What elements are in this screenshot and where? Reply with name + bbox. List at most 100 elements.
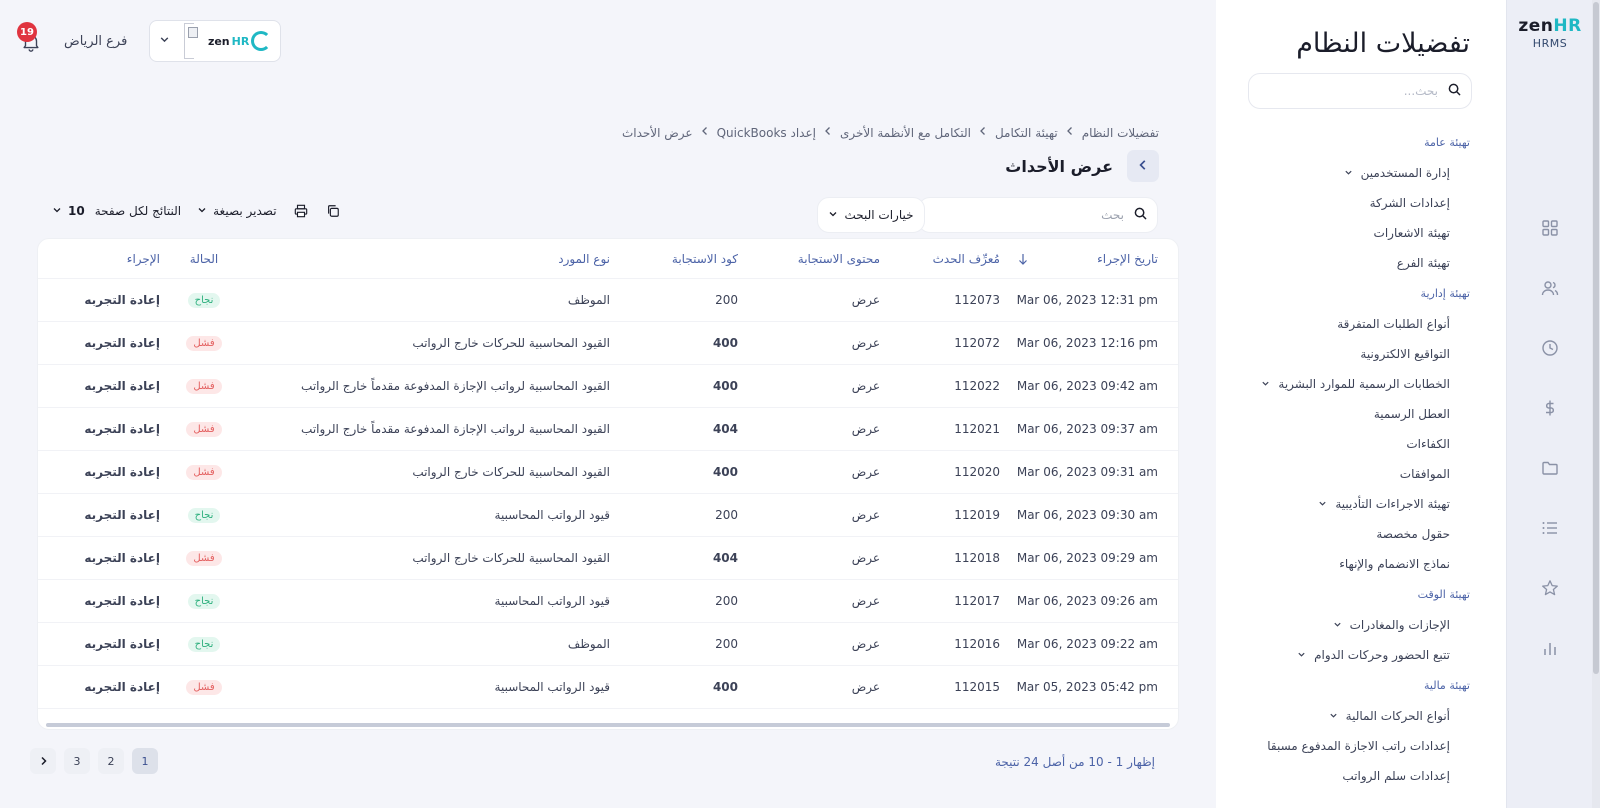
icon-rail: zenHR HRMS bbox=[1506, 0, 1600, 808]
chevron-down-icon bbox=[1261, 377, 1270, 391]
cell-status: نجاح bbox=[174, 623, 234, 665]
clock-icon[interactable] bbox=[1538, 336, 1562, 360]
chevron-left-icon bbox=[979, 125, 987, 140]
breadcrumb-item[interactable]: تهيئة التكامل bbox=[995, 126, 1058, 140]
events-table: تاريخ الإجراء مُعرِّف الحدث محتوى الاستج… bbox=[37, 238, 1179, 730]
view-response-link[interactable]: عرض bbox=[852, 494, 880, 536]
export-select[interactable]: تصدير بصيغة bbox=[197, 204, 277, 218]
status-badge: نجاح bbox=[187, 507, 221, 523]
table-tools: 10 النتائج لكل صفحة تصدير بصيغة bbox=[52, 203, 341, 219]
cell-response-code: 200 bbox=[715, 293, 738, 307]
branch-name[interactable]: فرع الرياض bbox=[64, 34, 127, 49]
view-response-link[interactable]: عرض bbox=[852, 580, 880, 622]
settings-nav-item[interactable]: العطل الرسمية bbox=[1374, 407, 1450, 421]
page-button[interactable]: 2 bbox=[98, 748, 124, 774]
events-search-input[interactable] bbox=[934, 208, 1124, 222]
settings-nav-item[interactable]: أنواع الحركات المالية bbox=[1329, 709, 1450, 723]
cell-status: فشل bbox=[174, 666, 234, 708]
view-response-link[interactable]: عرض bbox=[852, 365, 880, 407]
view-response-link[interactable]: عرض bbox=[852, 408, 880, 450]
view-response-link[interactable]: عرض bbox=[852, 451, 880, 493]
events-search[interactable] bbox=[918, 197, 1158, 233]
cell-event-id: 112016 bbox=[954, 637, 1000, 651]
breadcrumb-item[interactable]: إعداد QuickBooks bbox=[717, 126, 816, 140]
view-response-link[interactable]: عرض bbox=[852, 537, 880, 579]
page-header: عرض الأحداث bbox=[1005, 150, 1159, 182]
branch-switcher[interactable]: zen HR bbox=[149, 20, 282, 62]
cell-vendor-type: القيود المحاسبية للحركات خارج الرواتب bbox=[412, 551, 610, 565]
settings-search[interactable] bbox=[1248, 73, 1472, 109]
users-icon[interactable] bbox=[1538, 276, 1562, 300]
cell-event-id: 112022 bbox=[954, 379, 1000, 393]
settings-search-input[interactable] bbox=[1268, 84, 1438, 98]
table-row: Mar 06, 2023 09:31 am 112020 عرض 400 القيود … bbox=[38, 451, 1178, 494]
table-row: Mar 06, 2023 09:42 am 112022 عرض 400 القيود … bbox=[38, 365, 1178, 408]
settings-nav-item[interactable]: إعدادات الشركة bbox=[1370, 196, 1450, 210]
cell-vendor-type: قيود الرواتب المحاسبية bbox=[494, 594, 610, 608]
app-logo[interactable]: zenHR HRMS bbox=[1507, 16, 1593, 50]
cell-response-code: 400 bbox=[712, 680, 738, 694]
company-logo: zen HR bbox=[208, 31, 272, 51]
breadcrumb-item[interactable]: تفضيلات النظام bbox=[1082, 126, 1159, 140]
settings-nav-item[interactable]: تهيئة الاشعارات bbox=[1374, 226, 1450, 240]
retry-button[interactable]: إعادة التجربه bbox=[84, 623, 160, 665]
settings-nav-item[interactable]: إعدادات سلم الرواتب bbox=[1342, 769, 1450, 783]
search-options-button[interactable]: خيارات البحث bbox=[817, 197, 925, 233]
settings-nav-item[interactable]: التواقيع الالكترونية bbox=[1360, 347, 1450, 361]
settings-nav-item[interactable]: الخطابات الرسمية للموارد البشرية bbox=[1261, 377, 1450, 391]
settings-nav-item[interactable]: الموافقات bbox=[1400, 467, 1450, 481]
breadcrumb: تفضيلات النظام تهيئة التكامل التكامل مع ال… bbox=[622, 125, 1159, 140]
table-horizontal-scrollbar[interactable] bbox=[46, 723, 1170, 727]
settings-nav-item[interactable]: إدارة المستخدمين bbox=[1344, 166, 1450, 180]
view-response-link[interactable]: عرض bbox=[852, 279, 880, 321]
view-response-link[interactable]: عرض bbox=[852, 666, 880, 708]
settings-nav-item[interactable]: أنواع الطلبات المتفرقة bbox=[1337, 317, 1450, 331]
breadcrumb-item[interactable]: التكامل مع الأنظمة الأخرى bbox=[840, 126, 971, 140]
page-button[interactable]: 3 bbox=[64, 748, 90, 774]
settings-nav-item[interactable]: تهيئة الفرع bbox=[1397, 256, 1450, 270]
retry-button[interactable]: إعادة التجربه bbox=[84, 322, 160, 364]
next-page-button[interactable] bbox=[30, 748, 56, 774]
print-icon[interactable] bbox=[293, 203, 309, 219]
retry-button[interactable]: إعادة التجربه bbox=[84, 408, 160, 450]
copy-icon[interactable] bbox=[325, 203, 341, 219]
settings-nav-item[interactable]: حقول مخصصة bbox=[1376, 527, 1450, 541]
settings-nav-item[interactable]: الكفاءات bbox=[1406, 437, 1450, 451]
col-action: الإجراء bbox=[126, 251, 160, 266]
settings-nav-item[interactable]: تهيئة الاجراءات التأديبية bbox=[1318, 497, 1450, 511]
star-icon[interactable] bbox=[1538, 576, 1562, 600]
dollar-icon[interactable] bbox=[1538, 396, 1562, 420]
settings-nav-item[interactable]: نماذج الانضمام والإنهاء bbox=[1339, 557, 1450, 571]
notifications-button[interactable]: 19 bbox=[16, 22, 42, 54]
settings-nav-item[interactable]: تتبع الحضور وحركات الدوام bbox=[1297, 648, 1450, 662]
cell-status: فشل bbox=[174, 365, 234, 407]
retry-button[interactable]: إعادة التجربه bbox=[84, 494, 160, 536]
bar-chart-icon[interactable] bbox=[1538, 636, 1562, 660]
back-button[interactable] bbox=[1127, 150, 1159, 182]
retry-button[interactable]: إعادة التجربه bbox=[84, 279, 160, 321]
retry-button[interactable]: إعادة التجربه bbox=[84, 537, 160, 579]
col-date[interactable]: تاريخ الإجراء bbox=[1097, 239, 1158, 278]
retry-button[interactable]: إعادة التجربه bbox=[84, 666, 160, 708]
sort-arrow-icon[interactable] bbox=[1018, 239, 1028, 278]
settings-nav-item[interactable]: الإجازات والمغادرات bbox=[1333, 618, 1450, 632]
settings-group-heading: تهيئة مالية bbox=[1424, 679, 1470, 692]
search-icon bbox=[1448, 83, 1461, 99]
view-response-link[interactable]: عرض bbox=[852, 623, 880, 665]
retry-button[interactable]: إعادة التجربه bbox=[84, 451, 160, 493]
rail-scrollbar-thumb[interactable] bbox=[1593, 2, 1599, 674]
retry-button[interactable]: إعادة التجربه bbox=[84, 365, 160, 407]
chevron-left-icon bbox=[824, 125, 832, 140]
page-button[interactable]: 1 bbox=[132, 748, 158, 774]
view-response-link[interactable]: عرض bbox=[852, 322, 880, 364]
cell-date: Mar 06, 2023 09:29 am bbox=[1016, 551, 1158, 565]
list-icon[interactable] bbox=[1538, 516, 1562, 540]
cell-response-code: 400 bbox=[712, 465, 738, 479]
col-vendor-type: نوع المورد bbox=[558, 251, 610, 266]
grid-icon[interactable] bbox=[1538, 216, 1562, 240]
search-options-label: خيارات البحث bbox=[844, 208, 914, 222]
retry-button[interactable]: إعادة التجربه bbox=[84, 580, 160, 622]
folder-icon[interactable] bbox=[1538, 456, 1562, 480]
per-page-select[interactable]: 10 النتائج لكل صفحة bbox=[52, 204, 181, 218]
settings-nav-item[interactable]: إعدادات راتب الاجازة المدفوع مسبقا bbox=[1267, 739, 1450, 753]
